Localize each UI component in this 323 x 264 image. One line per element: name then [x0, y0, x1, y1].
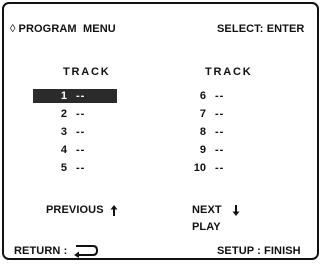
track-row-10[interactable]: 10 -- — [188, 161, 224, 175]
track-value: -- — [76, 144, 86, 156]
track-row-2[interactable]: 2 -- — [33, 107, 85, 121]
track-number: 4 — [60, 144, 67, 156]
track-row-7[interactable]: 7 -- — [188, 107, 224, 121]
track-number: 6 — [199, 90, 206, 102]
next-label: NEXT — [192, 204, 222, 216]
track-number: 9 — [199, 144, 206, 156]
previous-page-button[interactable]: PREVIOUS — [46, 203, 119, 217]
arrow-down-icon — [232, 204, 240, 216]
track-row-6[interactable]: 6 -- — [188, 89, 224, 103]
track-value: -- — [76, 126, 86, 138]
track-value: -- — [76, 162, 86, 174]
select-hint: SELECT: ENTER — [217, 23, 305, 35]
track-number: 1 — [60, 90, 67, 102]
track-row-4[interactable]: 4 -- — [33, 143, 85, 157]
track-number: 8 — [199, 126, 206, 138]
return-arrow-icon — [74, 245, 99, 258]
menu-title: ◊ PROGRAM MENU — [10, 23, 116, 35]
track-row-3[interactable]: 3 -- — [33, 125, 85, 139]
track-number: 7 — [199, 108, 206, 120]
track-value: -- — [215, 108, 225, 120]
track-number: 2 — [60, 108, 67, 120]
return-button[interactable]: RETURN : — [14, 244, 99, 258]
left-track-heading: TRACK — [63, 66, 111, 78]
return-label: RETURN : — [14, 245, 68, 257]
track-value: -- — [215, 144, 225, 156]
previous-label: PREVIOUS — [46, 204, 104, 216]
track-row-1[interactable]: 1 -- — [33, 89, 117, 103]
track-row-9[interactable]: 9 -- — [188, 143, 224, 157]
track-row-5[interactable]: 5 -- — [33, 161, 85, 175]
setup-finish-label[interactable]: SETUP : FINISH — [217, 245, 301, 257]
right-track-heading: TRACK — [205, 66, 253, 78]
next-page-button[interactable]: NEXT — [192, 203, 241, 217]
track-value: -- — [215, 90, 225, 102]
track-number: 3 — [60, 126, 67, 138]
track-number: 5 — [60, 162, 67, 174]
track-value: -- — [215, 162, 225, 174]
track-row-8[interactable]: 8 -- — [188, 125, 224, 139]
track-number: 10 — [193, 162, 206, 174]
arrow-up-icon — [110, 204, 118, 216]
track-value: -- — [76, 90, 86, 102]
diamond-icon: ◊ — [10, 23, 16, 35]
track-value: -- — [215, 126, 225, 138]
play-button[interactable]: PLAY — [192, 221, 221, 233]
track-value: -- — [76, 108, 86, 120]
